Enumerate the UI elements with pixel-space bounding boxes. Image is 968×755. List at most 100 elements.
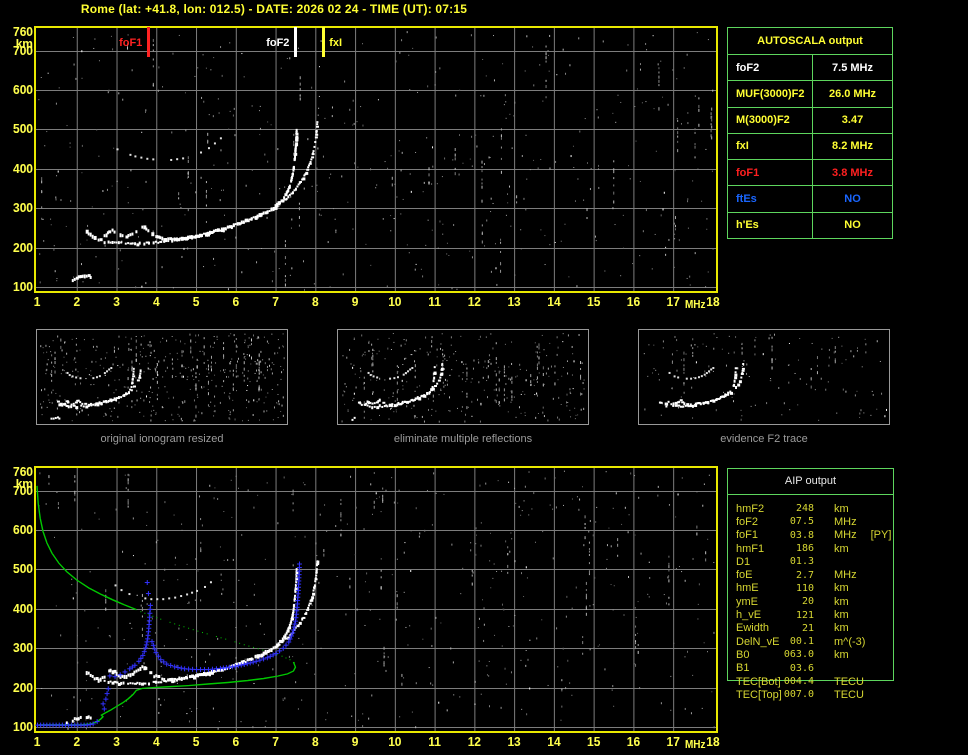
row-value: 007.0: [783, 689, 814, 701]
table-row: h'Es NO: [728, 212, 892, 238]
table-row: h_vE 121 km: [728, 608, 893, 621]
table-row: MUF(3000)F2 26.0 MHz: [728, 81, 892, 108]
table-row: TEC[Bot] 004.4 TECU: [728, 675, 893, 688]
table-row: foE 2.7 MHz: [728, 568, 893, 581]
row-label: TEC[Bot]: [736, 675, 781, 688]
row-label: foF1: [736, 529, 759, 542]
thumbnail-evidence-f2-trace: [638, 329, 890, 425]
row-unit: m^(-3): [834, 635, 866, 648]
fof2-marker-line: [294, 27, 298, 57]
row-note: [PY]: [870, 529, 892, 542]
row-label: h_vE: [736, 609, 762, 622]
table-row: foF1 03.8 MHz [PY]: [728, 529, 893, 542]
row-label: B0: [736, 648, 750, 661]
row-value: 121: [795, 609, 814, 621]
row-value: 186: [795, 543, 814, 555]
row-unit: km: [834, 582, 849, 595]
table-row: hmE 110 km: [728, 582, 893, 595]
autoscala-output-table: AUTOSCALA output foF2 7.5 MHz MUF(3000)F2…: [727, 27, 893, 239]
row-label: ftEs: [728, 186, 813, 212]
row-value: 248: [795, 503, 814, 515]
fof1-marker-label: foF1: [119, 37, 143, 49]
row-label: hmF2: [736, 502, 765, 515]
thumbnail-caption: eliminate multiple reflections: [393, 433, 533, 445]
table-row: B0 063.0 km: [728, 648, 893, 661]
row-label: foF1: [728, 160, 813, 186]
table-row: M(3000)F2 3.47: [728, 107, 892, 134]
row-unit: MHz: [834, 529, 857, 542]
row-value: 03.6: [789, 662, 814, 674]
table-row: hmF1 186 km: [728, 542, 893, 555]
row-unit: km: [834, 609, 849, 622]
fxi-marker-line: [322, 27, 326, 57]
row-unit: MHz: [834, 515, 857, 528]
row-unit: km: [834, 502, 849, 515]
page-title: Rome (lat: +41.8, lon: 012.5) - DATE: 20…: [80, 2, 468, 16]
row-value: 03.8: [789, 529, 814, 541]
row-label: fxI: [728, 133, 813, 160]
row-value: 063.0: [783, 649, 814, 661]
table-row: foF2 07.5 MHz: [728, 515, 893, 528]
autoscala-table-header: AUTOSCALA output: [728, 28, 892, 55]
row-label: MUF(3000)F2: [728, 81, 813, 107]
row-unit: TECU: [834, 688, 864, 701]
thumbnail-eliminate-reflections: [337, 329, 589, 425]
row-value: 26.0 MHz: [828, 87, 877, 100]
row-value: 01.3: [789, 556, 814, 568]
table-row: DelN_vE 00.1 m^(-3): [728, 635, 893, 648]
row-value: 2.7: [795, 569, 814, 581]
row-unit: MHz: [834, 569, 857, 582]
row-label: B1: [736, 662, 750, 675]
table-row: TEC[Top] 007.0 TECU: [728, 688, 893, 701]
fxi-marker-label: fxI: [329, 37, 343, 49]
row-label: Ewidth: [736, 622, 770, 635]
table-row: Ewidth 21 km: [728, 622, 893, 635]
row-unit: km: [834, 595, 849, 608]
row-label: foF2: [736, 515, 759, 528]
row-value: 004.4: [783, 676, 814, 687]
row-value: 8.2 MHz: [832, 140, 873, 153]
thumbnail-original-ionogram: [36, 329, 288, 425]
table-row: fxI 8.2 MHz: [728, 133, 892, 161]
table-row: hmF2 248 km: [728, 502, 893, 515]
fof1-marker-line: [147, 27, 151, 57]
row-value: 00.1: [789, 636, 814, 648]
fof2-marker-label: foF2: [266, 37, 290, 49]
aip-output-table: AIP output hmF2 248 km foF2 07.5 MHz foF1 03.…: [727, 468, 894, 701]
row-label: foE: [736, 569, 753, 582]
row-label: foF2: [728, 55, 813, 81]
row-unit: TECU: [834, 675, 864, 688]
top-ionogram-canvas: [0, 20, 722, 316]
row-unit: km: [834, 648, 849, 661]
table-row: foF1 3.8 MHz: [728, 160, 892, 187]
row-unit: km: [834, 622, 849, 635]
table-row: ymE 20 km: [728, 595, 893, 608]
table-row: foF2 7.5 MHz: [728, 55, 892, 82]
aip-table-header: AIP output: [728, 469, 893, 495]
aip-table-body: hmF2 248 km foF2 07.5 MHz foF1 03.8 MHz [PY] hm…: [728, 495, 893, 701]
autoscala-app-window: Rome (lat: +41.8, lon: 012.5) - DATE: 20…: [0, 0, 968, 755]
row-label: M(3000)F2: [728, 107, 813, 133]
row-value: 21: [801, 622, 814, 634]
row-label: DelN_vE: [736, 635, 780, 648]
row-value: 07.5: [789, 516, 814, 528]
thumbnail-caption: original ionogram resized: [100, 433, 224, 445]
row-value: NO: [844, 219, 861, 232]
row-value: 3.47: [841, 114, 864, 127]
thumbnail-caption: evidence F2 trace: [720, 433, 808, 445]
row-value: 7.5 MHz: [832, 61, 873, 74]
bottom-ionogram-canvas: [0, 458, 722, 754]
row-label: hmE: [736, 582, 759, 595]
row-label: D1: [736, 555, 751, 568]
row-label: ymE: [736, 595, 758, 608]
row-label: h'Es: [728, 212, 813, 238]
row-value: 110: [795, 582, 814, 594]
table-row: D1 01.3: [728, 555, 893, 568]
row-value: 3.8 MHz: [832, 166, 873, 179]
table-row: ftEs NO: [728, 186, 892, 213]
row-value: 20: [801, 596, 814, 608]
table-row: B1 03.6: [728, 662, 893, 675]
row-label: TEC[Top]: [736, 688, 782, 701]
row-unit: km: [834, 542, 849, 555]
row-value: NO: [844, 193, 861, 206]
